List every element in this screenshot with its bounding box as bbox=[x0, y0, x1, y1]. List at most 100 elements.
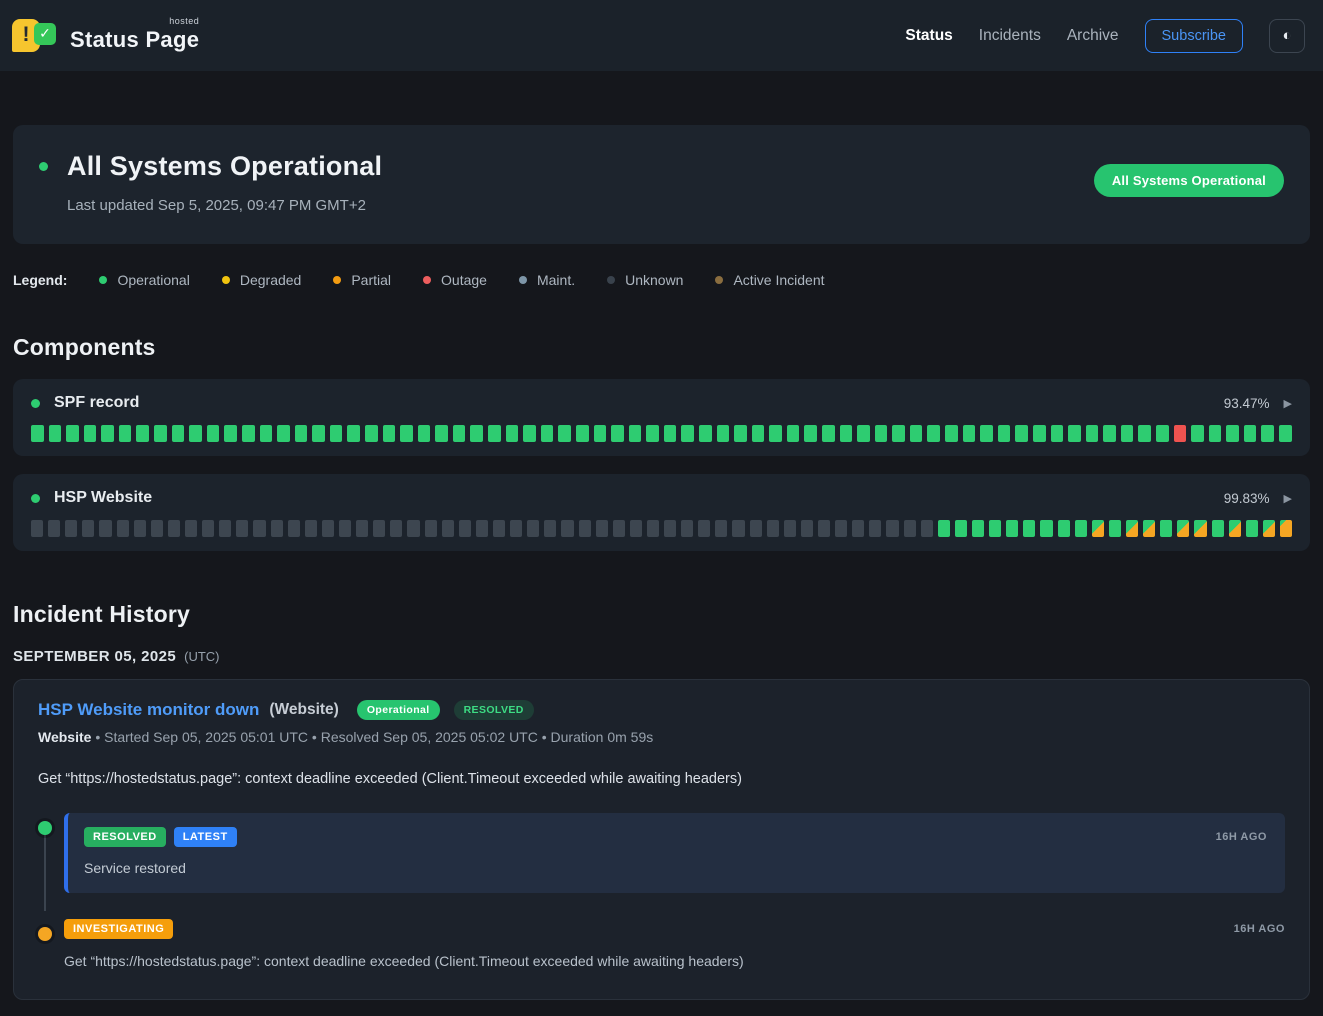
uptime-bar bbox=[219, 520, 231, 537]
component-uptime: 99.83% bbox=[1224, 491, 1270, 506]
main-nav: Status Incidents Archive bbox=[905, 27, 1118, 45]
uptime-bar bbox=[1226, 425, 1239, 442]
brand[interactable]: ! ✓ hosted Status Page bbox=[12, 16, 199, 56]
uptime-bar bbox=[1103, 425, 1116, 442]
uptime-bar bbox=[435, 425, 448, 442]
uptime-bar bbox=[168, 520, 180, 537]
maint-dot-icon bbox=[519, 276, 527, 284]
nav-status[interactable]: Status bbox=[905, 27, 952, 45]
status-banner: All Systems Operational Last updated Sep… bbox=[13, 125, 1310, 244]
uptime-bar bbox=[989, 520, 1001, 537]
component-status-dot bbox=[31, 399, 40, 408]
uptime-bar bbox=[49, 425, 62, 442]
uptime-bar bbox=[1006, 520, 1018, 537]
uptime-bar bbox=[82, 520, 94, 537]
expand-chevron-icon[interactable]: ▶ bbox=[1284, 492, 1292, 505]
uptime-bar bbox=[784, 520, 796, 537]
uptime-bar bbox=[48, 520, 60, 537]
uptime-bar bbox=[151, 520, 163, 537]
uptime-bar bbox=[1261, 425, 1274, 442]
uptime-bar bbox=[506, 425, 519, 442]
component-name: SPF record bbox=[54, 394, 139, 412]
outage-dot-icon bbox=[423, 276, 431, 284]
uptime-bar bbox=[260, 425, 273, 442]
uptime-bar bbox=[470, 425, 483, 442]
incident-component: (Website) bbox=[269, 701, 338, 719]
uptime-bar bbox=[715, 520, 727, 537]
resolved-badge: RESOLVED bbox=[84, 827, 166, 847]
uptime-bar bbox=[510, 520, 522, 537]
uptime-bar bbox=[373, 520, 385, 537]
legend-item-unknown: Unknown bbox=[607, 272, 683, 288]
header-right: Status Incidents Archive Subscribe ◐ bbox=[905, 19, 1305, 53]
uptime-bar bbox=[383, 425, 396, 442]
uptime-bar bbox=[804, 425, 817, 442]
nav-incidents[interactable]: Incidents bbox=[979, 27, 1041, 45]
component-card-hsp-website: HSP Website 99.83% ▶ bbox=[13, 474, 1310, 551]
uptime-bar bbox=[835, 520, 847, 537]
components-heading: Components bbox=[13, 334, 1310, 361]
legend-item-label: Outage bbox=[441, 272, 487, 288]
uptime-bar bbox=[752, 425, 765, 442]
uptime-bar bbox=[356, 520, 368, 537]
uptime-bar bbox=[288, 520, 300, 537]
update-timestamp: 16H AGO bbox=[1216, 831, 1267, 843]
uptime-bar bbox=[523, 425, 536, 442]
uptime-bar bbox=[1280, 520, 1292, 537]
uptime-bar bbox=[476, 520, 488, 537]
uptime-bar bbox=[734, 425, 747, 442]
uptime-bar bbox=[544, 520, 556, 537]
legend-item-label: Active Incident bbox=[733, 272, 824, 288]
incident-timeline: RESOLVED LATEST 16H AGO Service restored… bbox=[38, 813, 1285, 969]
uptime-bar bbox=[611, 425, 624, 442]
uptime-bar bbox=[322, 520, 334, 537]
nav-archive[interactable]: Archive bbox=[1067, 27, 1119, 45]
theme-toggle-button[interactable]: ◐ bbox=[1269, 19, 1305, 53]
brand-logo-icon: ! ✓ bbox=[12, 16, 60, 56]
uptime-bar bbox=[66, 425, 79, 442]
uptime-bar bbox=[1279, 425, 1292, 442]
uptime-bar bbox=[892, 425, 905, 442]
uptime-bar bbox=[1244, 425, 1257, 442]
incident-title-link[interactable]: HSP Website monitor down bbox=[38, 700, 259, 720]
uptime-bar bbox=[886, 520, 898, 537]
subscribe-button[interactable]: Subscribe bbox=[1145, 19, 1243, 53]
uptime-bar bbox=[910, 425, 923, 442]
legend-item-label: Maint. bbox=[537, 272, 575, 288]
last-updated: Last updated Sep 5, 2025, 09:47 PM GMT+2 bbox=[67, 197, 382, 214]
latest-badge: LATEST bbox=[174, 827, 237, 847]
uptime-bar bbox=[1051, 425, 1064, 442]
uptime-bar bbox=[664, 520, 676, 537]
uptime-bar bbox=[242, 425, 255, 442]
component-header-row[interactable]: HSP Website 99.83% ▶ bbox=[31, 489, 1292, 507]
update-message: Service restored bbox=[84, 860, 1267, 876]
partial-dot-icon bbox=[333, 276, 341, 284]
component-name: HSP Website bbox=[54, 489, 152, 507]
uptime-bar bbox=[1209, 425, 1222, 442]
check-icon: ✓ bbox=[34, 23, 56, 45]
uptime-bar bbox=[955, 520, 967, 537]
legend-item-outage: Outage bbox=[423, 272, 487, 288]
brand-superscript: hosted bbox=[169, 16, 199, 26]
uptime-bar bbox=[818, 520, 830, 537]
component-header-row[interactable]: SPF record 93.47% ▶ bbox=[31, 394, 1292, 412]
uptime-bar bbox=[998, 425, 1011, 442]
uptime-bar bbox=[579, 520, 591, 537]
uptime-bar bbox=[1058, 520, 1070, 537]
uptime-bar bbox=[541, 425, 554, 442]
uptime-bar bbox=[1092, 520, 1104, 537]
uptime-bar bbox=[119, 425, 132, 442]
expand-chevron-icon[interactable]: ▶ bbox=[1284, 397, 1292, 410]
incident-card: HSP Website monitor down (Website) Opera… bbox=[13, 679, 1310, 1000]
uptime-bar bbox=[681, 520, 693, 537]
incident-description: Get “https://hostedstatus.page”: context… bbox=[38, 771, 1285, 787]
uptime-bar bbox=[1068, 425, 1081, 442]
incident-meta-component: Website bbox=[38, 729, 91, 745]
uptime-bar bbox=[207, 425, 220, 442]
uptime-bar bbox=[1156, 425, 1169, 442]
uptime-bar bbox=[312, 425, 325, 442]
update-timestamp: 16H AGO bbox=[1234, 923, 1285, 935]
uptime-bar bbox=[136, 425, 149, 442]
uptime-bar bbox=[101, 425, 114, 442]
uptime-bar bbox=[921, 520, 933, 537]
